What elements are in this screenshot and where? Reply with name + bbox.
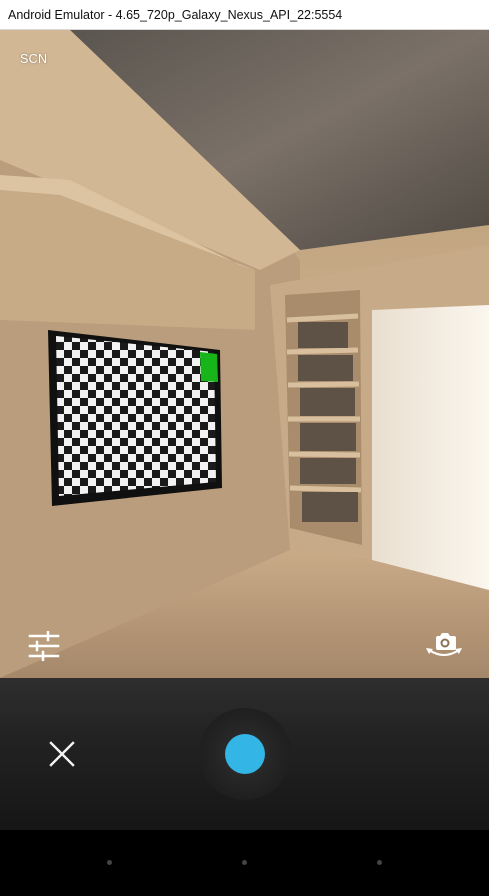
shutter-button[interactable] xyxy=(199,708,291,800)
window-title: Android Emulator - 4.65_720p_Galaxy_Nexu… xyxy=(8,7,343,22)
window-titlebar: Android Emulator - 4.65_720p_Galaxy_Nexu… xyxy=(0,0,489,30)
navigation-bar xyxy=(0,830,489,896)
viewfinder-scene xyxy=(0,30,489,678)
scene-mode-button[interactable]: SCN xyxy=(20,52,47,66)
shutter-dot xyxy=(225,734,265,774)
home-button[interactable] xyxy=(242,860,247,865)
camera-controls-bar xyxy=(0,678,489,830)
settings-button[interactable] xyxy=(22,624,66,668)
sliders-icon xyxy=(28,631,60,661)
back-button[interactable] xyxy=(107,860,112,865)
recents-button[interactable] xyxy=(377,860,382,865)
switch-camera-button[interactable] xyxy=(422,622,466,666)
switch-camera-icon xyxy=(426,633,462,656)
close-icon xyxy=(49,741,75,767)
camera-viewfinder[interactable]: SCN xyxy=(0,30,489,678)
cancel-button[interactable] xyxy=(38,730,86,778)
